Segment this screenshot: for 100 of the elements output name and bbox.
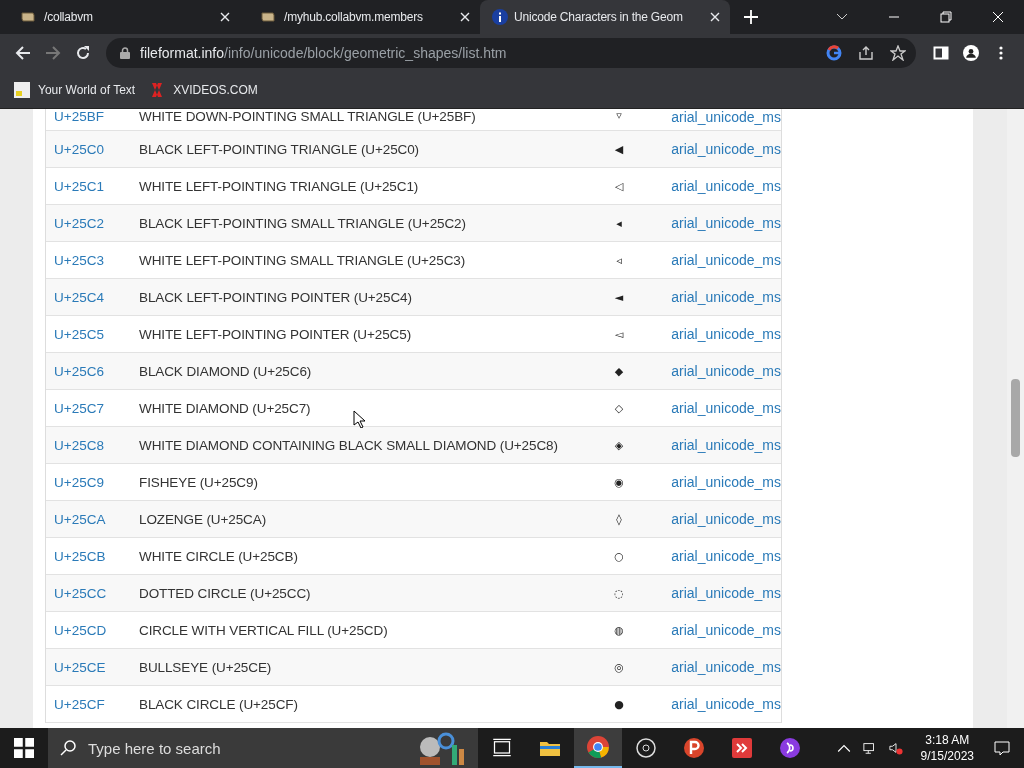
character-glyph: ◄ xyxy=(613,290,625,304)
podcast-app-icon[interactable] xyxy=(780,738,800,758)
character-glyph: ◂ xyxy=(615,216,623,230)
font-link[interactable]: arial_unicode_ms xyxy=(659,511,781,527)
search-icon xyxy=(60,740,76,756)
font-link[interactable]: arial_unicode_ms xyxy=(659,474,781,490)
character-glyph: ◉ xyxy=(613,475,625,489)
search-field[interactable]: Type here to search xyxy=(86,738,410,758)
taskbar-search-bar[interactable]: Type here to search xyxy=(48,728,478,768)
codepoint-link[interactable]: U+25C6 xyxy=(46,363,139,379)
character-glyph: ● xyxy=(613,697,625,711)
character-name: BLACK CIRCLE (U+25CF) xyxy=(139,696,299,712)
character-name: BLACK DIAMOND (U+25C6) xyxy=(139,363,313,379)
address-bar[interactable]: fileformat.info/info/unicode/block/geometric_shapes/list.htm xyxy=(106,38,916,68)
character-name: WHITE DOWN-POINTING SMALL TRIANGLE (U+25BF) xyxy=(139,109,477,124)
character-name: CIRCLE WITH VERTICAL FILL (U+25CD) xyxy=(139,622,389,638)
font-link[interactable]: arial_unicode_ms xyxy=(659,109,781,125)
scrollbar[interactable] xyxy=(1007,109,1024,728)
character-name: WHITE LEFT-POINTING TRIANGLE (U+25C1) xyxy=(139,178,420,194)
clock-time: 3:18 AM xyxy=(925,732,970,748)
profile-icon[interactable] xyxy=(963,45,979,61)
tab-title: Unicode Characters in the Geom xyxy=(514,10,684,24)
font-link[interactable]: arial_unicode_ms xyxy=(659,548,781,564)
codepoint-link[interactable]: U+25C4 xyxy=(46,289,139,305)
side-panel-icon[interactable] xyxy=(933,45,949,61)
character-glyph: ◍ xyxy=(613,623,625,637)
p-logo-icon[interactable] xyxy=(684,738,704,758)
character-glyph: ◆ xyxy=(613,364,625,378)
browser-taskbar-button[interactable] xyxy=(574,728,622,768)
network-icon[interactable] xyxy=(862,741,877,755)
double-chevron-app-icon[interactable] xyxy=(732,738,752,758)
info-icon xyxy=(492,9,508,25)
codepoint-link[interactable]: U+25C5 xyxy=(46,326,139,342)
codepoint-link[interactable]: U+25CF xyxy=(46,696,139,712)
codepoint-link[interactable]: U+25C7 xyxy=(46,400,139,416)
codepoint-link[interactable]: U+25C3 xyxy=(46,252,139,268)
font-link[interactable]: arial_unicode_ms xyxy=(659,696,781,712)
back-arrow-icon[interactable] xyxy=(15,45,31,61)
font-link[interactable]: arial_unicode_ms xyxy=(659,585,781,601)
character-glyph: ◅ xyxy=(613,327,625,341)
codepoint-link[interactable]: U+25C1 xyxy=(46,178,139,194)
character-glyph: ▿ xyxy=(615,109,623,122)
browser-tab[interactable]: /myhub.collabvm.members xyxy=(240,0,480,34)
character-name: LOZENGE (U+25CA) xyxy=(139,511,268,527)
character-glyph: ◊ xyxy=(615,512,623,526)
character-name: WHITE CIRCLE (U+25CB) xyxy=(139,548,299,564)
google-icon[interactable] xyxy=(826,45,842,61)
character-glyph: ◁ xyxy=(613,179,625,193)
restore-icon[interactable] xyxy=(940,11,952,23)
reload-icon[interactable] xyxy=(75,45,91,61)
font-link[interactable]: arial_unicode_ms xyxy=(659,178,781,194)
codepoint-link[interactable]: U+25C9 xyxy=(46,474,139,490)
font-link[interactable]: arial_unicode_ms xyxy=(659,363,781,379)
character-name: BULLSEYE (U+25CE) xyxy=(139,659,273,675)
codepoint-link[interactable]: U+25BF xyxy=(46,109,139,124)
codepoint-link[interactable]: U+25CA xyxy=(46,511,139,527)
close-icon[interactable] xyxy=(220,12,230,22)
clock[interactable]: 3:18 AM 9/15/2023 xyxy=(920,732,974,764)
lock-icon xyxy=(120,47,130,59)
bookmark[interactable]: Your World of Text xyxy=(14,82,136,98)
font-link[interactable]: arial_unicode_ms xyxy=(659,437,781,453)
font-link[interactable]: arial_unicode_ms xyxy=(659,622,781,638)
close-icon[interactable] xyxy=(460,12,470,22)
codepoint-link[interactable]: U+25CE xyxy=(46,659,139,675)
forward-arrow-icon[interactable] xyxy=(45,45,61,61)
url-text: fileformat.info/info/unicode/block/geometric_shapes/list.htm xyxy=(140,45,507,61)
font-link[interactable]: arial_unicode_ms xyxy=(659,215,781,231)
windows-logo-icon[interactable] xyxy=(14,738,34,758)
font-link[interactable]: arial_unicode_ms xyxy=(659,326,781,342)
notification-icon[interactable] xyxy=(994,740,1010,756)
character-glyph: ◌ xyxy=(613,586,625,600)
character-name: WHITE DIAMOND (U+25C7) xyxy=(139,400,312,416)
codepoint-link[interactable]: U+25C2 xyxy=(46,215,139,231)
close-icon[interactable] xyxy=(710,12,720,22)
font-link[interactable]: arial_unicode_ms xyxy=(659,659,781,675)
codepoint-link[interactable]: U+25CB xyxy=(46,548,139,564)
new-tab-icon[interactable] xyxy=(744,10,758,24)
codepoint-link[interactable]: U+25CC xyxy=(46,585,139,601)
character-glyph: ◀ xyxy=(613,142,625,156)
font-link[interactable]: arial_unicode_ms xyxy=(659,400,781,416)
character-glyph: ◎ xyxy=(613,660,625,674)
browser-tab[interactable]: Unicode Characters in the Geom xyxy=(480,0,730,34)
codepoint-link[interactable]: U+25CD xyxy=(46,622,139,638)
font-link[interactable]: arial_unicode_ms xyxy=(659,252,781,268)
character-glyph: ○ xyxy=(613,549,625,563)
browser-tab[interactable]: /collabvm xyxy=(0,0,240,34)
font-link[interactable]: arial_unicode_ms xyxy=(659,289,781,305)
star-icon[interactable] xyxy=(890,45,906,61)
font-link[interactable]: arial_unicode_ms xyxy=(659,141,781,157)
chrome-logo-icon xyxy=(587,736,609,758)
codepoint-link[interactable]: U+25C0 xyxy=(46,141,139,157)
codepoint-link[interactable]: U+25C8 xyxy=(46,437,139,453)
tab-title: /myhub.collabvm.members xyxy=(284,10,424,24)
speaker-muted-icon[interactable] xyxy=(888,741,903,755)
task-view-icon[interactable] xyxy=(492,738,512,758)
aperture-icon[interactable] xyxy=(636,738,656,758)
tab-title: /collabvm xyxy=(44,10,94,24)
character-glyph: ◈ xyxy=(613,438,625,452)
bookmark[interactable]: XVIDEOS.COM xyxy=(149,82,258,98)
share-icon[interactable] xyxy=(858,45,874,61)
